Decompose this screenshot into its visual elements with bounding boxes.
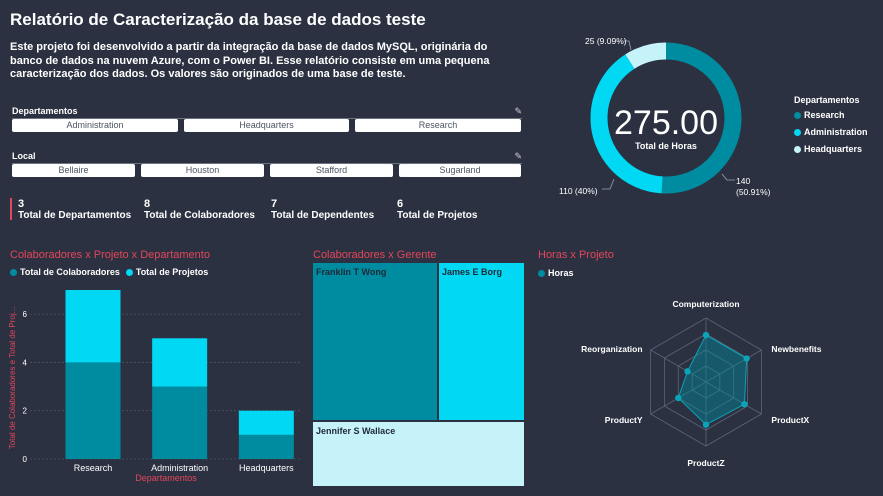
legend-label: Total de Colaboradores [20,267,120,277]
legend-dot-icon [125,268,133,276]
radar-axis-label: ProductZ [687,458,724,468]
bar-segment [238,434,294,459]
kpi-label: Total de Projetos [397,210,478,221]
slicer-local: Local ✎ [12,151,522,164]
leader-line [721,173,735,181]
kpi-dependentes: 7 Total de Dependentes [271,198,374,221]
bar-chart[interactable]: Total de Colaboradores e Total de Proj..… [0,280,305,490]
legend-item-horas[interactable]: Horas [538,268,574,278]
eraser-icon[interactable]: ✎ [514,106,522,117]
slicer-option-headquarters[interactable]: Headquarters [184,119,349,132]
y-tick-label: 2 [23,407,28,416]
legend-label: Total de Projetos [135,267,209,277]
slicer-option-research[interactable]: Research [355,119,521,132]
kpi-label: Total de Colaboradores [144,210,255,221]
radar-axis-label: Computerization [672,299,739,309]
report-title: Relatório de Caracterização da base de d… [10,10,426,29]
eraser-icon[interactable]: ✎ [514,151,522,162]
slicer-option-bellaire[interactable]: Bellaire [12,164,135,177]
y-axis-title: Total de Colaboradores e Total de Proj..… [8,307,17,450]
y-tick-label: 6 [23,310,28,319]
kpi-label: Total de Dependentes [271,210,375,221]
legend-item-headquarters[interactable]: Headquarters [794,144,868,154]
treemap-title: Colaboradores x Gerente [313,249,437,261]
slicer-option-sugarland[interactable]: Sugarland [399,164,521,177]
radar-area [677,334,748,426]
radar-point [741,400,748,408]
kpi-accent-bar [10,198,12,220]
radar-chart[interactable]: Computerization Newbenefits ProductX Produc… [530,278,883,493]
legend-label: Horas [548,268,574,278]
bar-segment [152,338,208,387]
kpi-value: 3 [18,198,25,210]
radar-axis-label: ProductY [605,415,643,425]
donut-legend: Departamentos Research Administration He… [794,95,868,154]
slicer-departamentos-title: Departamentos [12,106,78,116]
legend-dot-icon [794,145,801,153]
slicer-option-stafford[interactable]: Stafford [270,164,393,177]
legend-dot-icon [794,128,801,136]
y-tick-label: 0 [23,455,28,464]
kpi-departamentos: 3 Total de Departamentos [18,198,131,221]
bar-chart-legend: Total de Colaboradores Total de Projetos [10,267,208,277]
legend-item-colaboradores[interactable]: Total de Colaboradores [10,267,120,277]
legend-dot-icon [10,268,17,276]
kpi-projetos: 6 Total de Projetos [397,198,477,221]
treemap[interactable]: Franklin T Wong James E Borg Jennifer S … [313,263,524,486]
donut-label-headquarters: 25 (9.09%) [585,36,627,46]
radar-axis-label: ProductX [771,415,809,425]
bar-segment [152,386,208,459]
donut-chart[interactable]: 275.00 Total de Horas 25 (9.09%) 110 (40… [530,28,780,218]
radar-point [743,355,750,362]
donut-center-label: Total de Horas [635,141,697,151]
kpi-value: 6 [397,198,404,210]
treemap-tile-label: James E Borg [442,267,503,277]
x-tick-label: Headquarters [239,463,294,473]
leader-line [602,178,615,190]
radar-point [675,394,682,402]
kpi-colaboradores: 8 Total de Colaboradores [144,198,255,221]
legend-label: Administration [804,127,868,137]
donut-label-research: 140 [736,176,750,186]
slicer-departamentos: Departamentos ✎ [12,106,522,119]
x-tick-label: Research [74,463,113,473]
legend-item-research[interactable]: Research [794,110,868,120]
legend-dot-icon [538,269,545,277]
radar-point [684,368,691,375]
radar-point [702,421,710,428]
bar-segment [65,290,121,363]
legend-label: Research [804,110,845,120]
radar-axis-label: Newbenefits [771,344,821,354]
slicer-option-administration[interactable]: Administration [12,119,178,132]
bar-segment [238,410,294,435]
treemap-tile-james[interactable]: James E Borg [439,263,524,420]
bar-segment [65,362,121,459]
donut-label-administration: 110 (40%) [559,186,598,196]
kpi-label: Total de Departamentos [18,210,132,221]
slicer-local-title: Local [12,151,36,161]
x-axis-title: Departamentos [135,473,197,483]
treemap-tile-franklin[interactable]: Franklin T Wong [313,263,437,420]
legend-item-projetos[interactable]: Total de Projetos [125,267,209,277]
report-description: Este projeto foi desenvolvido a partir d… [10,41,490,80]
legend-item-administration[interactable]: Administration [794,127,868,137]
y-tick-label: 4 [23,358,28,367]
treemap-tile-label: Jennifer S Wallace [316,426,396,436]
kpi-value: 8 [144,198,151,210]
radar-chart-title: Horas x Projeto [538,249,614,261]
legend-label: Headquarters [804,144,863,154]
bar-chart-title: Colaboradores x Projeto x Departamento [10,249,210,261]
kpi-value: 7 [271,198,278,210]
legend-dot-icon [794,111,801,119]
radar-point [702,331,710,339]
x-tick-label: Administration [151,463,208,473]
donut-label-research-pct: (50.91%) [736,187,771,197]
donut-legend-title: Departamentos [794,95,860,105]
treemap-tile-jennifer[interactable]: Jennifer S Wallace [313,422,524,486]
radar-axis-label: Reorganization [581,344,642,354]
slicer-option-houston[interactable]: Houston [141,164,264,177]
donut-center-value: 275.00 [614,104,718,142]
treemap-tile-label: Franklin T Wong [316,267,387,277]
